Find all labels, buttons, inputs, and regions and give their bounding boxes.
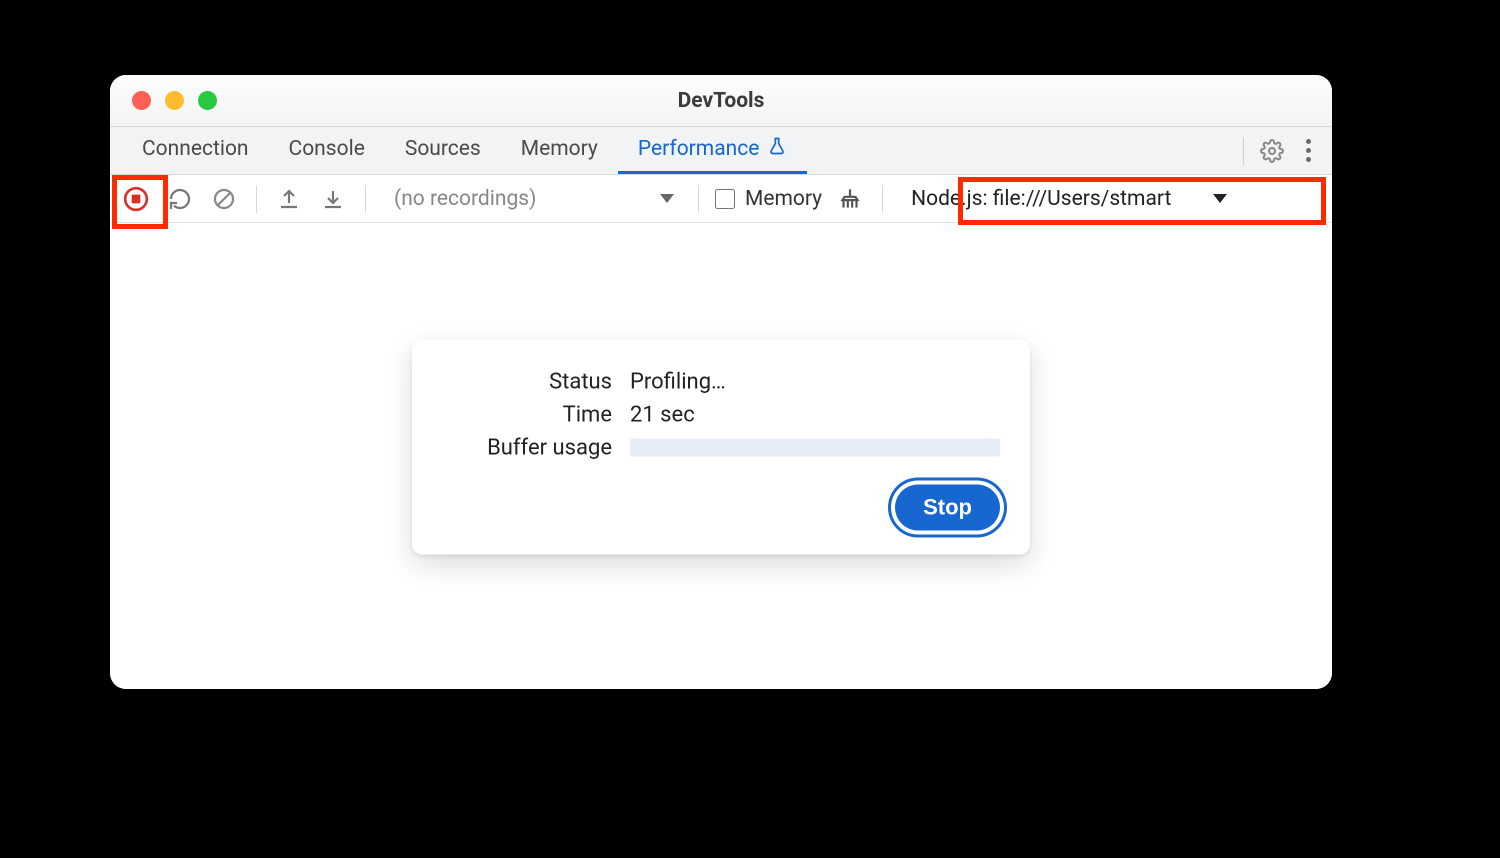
time-label: Time	[442, 402, 612, 427]
tab-label: Sources	[405, 137, 481, 161]
upload-icon	[277, 187, 301, 211]
chevron-down-icon	[1213, 194, 1227, 203]
tabbar: Connection Console Sources Memory Perfor…	[110, 127, 1332, 175]
memory-checkbox-label: Memory	[745, 187, 822, 211]
clear-icon	[212, 187, 236, 211]
collect-garbage-button[interactable]	[834, 183, 866, 215]
target-select[interactable]: Node.js: file:///Users/stmart	[899, 180, 1239, 218]
target-label: Node.js: file:///Users/stmart	[911, 187, 1171, 211]
profiling-dialog: Status Profiling… Time 21 sec Buffer usa…	[412, 339, 1030, 554]
broom-icon	[837, 186, 863, 212]
clear-button[interactable]	[208, 183, 240, 215]
divider	[882, 185, 883, 213]
performance-content: Status Profiling… Time 21 sec Buffer usa…	[110, 223, 1332, 689]
tab-label: Performance	[638, 137, 759, 161]
reload-button[interactable]	[164, 183, 196, 215]
stop-button[interactable]: Stop	[895, 484, 1000, 530]
tabbar-right	[1235, 127, 1332, 174]
settings-button[interactable]	[1256, 135, 1288, 167]
window-minimize-button[interactable]	[165, 91, 184, 110]
memory-checkbox[interactable]: Memory	[715, 187, 822, 211]
record-stop-icon	[123, 186, 149, 212]
tab-performance[interactable]: Performance	[618, 127, 807, 174]
tab-console[interactable]: Console	[269, 127, 385, 174]
buffer-usage-bar	[630, 439, 1000, 457]
tab-sources[interactable]: Sources	[385, 127, 501, 174]
experiment-icon	[767, 136, 787, 162]
traffic-lights	[110, 91, 217, 110]
titlebar: DevTools	[110, 75, 1332, 127]
recordings-placeholder: (no recordings)	[394, 187, 536, 211]
tab-memory[interactable]: Memory	[501, 127, 618, 174]
upload-button[interactable]	[273, 183, 305, 215]
buffer-label: Buffer usage	[442, 435, 612, 460]
performance-toolbar: (no recordings) Memory Node.js: file:///…	[110, 175, 1332, 223]
reload-icon	[168, 187, 192, 211]
tab-connection[interactable]: Connection	[122, 127, 269, 174]
chevron-down-icon	[660, 194, 674, 203]
status-label: Status	[442, 369, 612, 394]
tab-label: Connection	[142, 137, 249, 161]
tab-label: Console	[289, 137, 365, 161]
window-title: DevTools	[110, 89, 1332, 113]
divider	[698, 185, 699, 213]
window-maximize-button[interactable]	[198, 91, 217, 110]
divider	[256, 185, 257, 213]
time-value: 21 sec	[630, 402, 1000, 427]
status-value: Profiling…	[630, 369, 1000, 394]
recordings-select[interactable]: (no recordings)	[382, 187, 682, 211]
record-button[interactable]	[120, 183, 152, 215]
divider	[1243, 137, 1244, 165]
devtools-window: DevTools Connection Console Sources Memo…	[110, 75, 1332, 689]
profiling-grid: Status Profiling… Time 21 sec Buffer usa…	[442, 369, 1000, 460]
memory-checkbox-input[interactable]	[715, 189, 735, 209]
download-button[interactable]	[317, 183, 349, 215]
window-close-button[interactable]	[132, 91, 151, 110]
stop-row: Stop	[442, 484, 1000, 530]
download-icon	[321, 187, 345, 211]
more-button[interactable]	[1292, 135, 1324, 167]
kebab-icon	[1306, 139, 1311, 162]
tab-label: Memory	[521, 137, 598, 161]
gear-icon	[1260, 139, 1284, 163]
divider	[365, 185, 366, 213]
